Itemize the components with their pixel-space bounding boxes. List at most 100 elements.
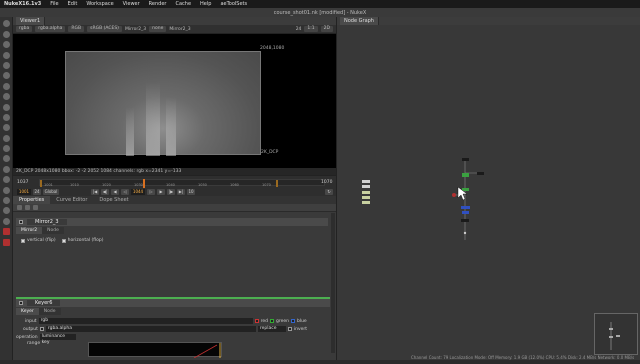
draw-tool-icon[interactable]	[2, 41, 10, 49]
menu-bar: NukeX16.1v3 File Edit Workspace Viewer R…	[0, 0, 640, 8]
cara-tool-icon[interactable]	[2, 207, 10, 215]
range-graph[interactable]	[88, 342, 222, 359]
output-checkbox[interactable]	[39, 327, 44, 331]
node-name-field[interactable]: Keyer6	[27, 300, 61, 306]
particles-tool-icon[interactable]	[2, 155, 10, 163]
red-checkbox[interactable]	[254, 319, 259, 323]
clear-panels-icon[interactable]	[33, 205, 38, 210]
display-channels-select[interactable]: RGB	[68, 26, 85, 32]
transform-tool-icon[interactable]	[2, 113, 10, 121]
range-mode-select[interactable]: Global	[43, 188, 59, 195]
tab-node[interactable]: Node	[38, 308, 61, 315]
input-a-label[interactable]: Mirror2_3	[125, 27, 146, 32]
first-frame-icon[interactable]: |◀	[91, 188, 99, 195]
ae-toolset-icon-2[interactable]	[2, 238, 10, 246]
tab-properties[interactable]: Properties	[13, 196, 51, 204]
last-frame-icon[interactable]: ▶|	[177, 188, 185, 195]
extra-tool-icon[interactable]	[2, 217, 10, 225]
viewer-canvas[interactable]: 2048,1080 2K_DCP	[13, 34, 336, 168]
node-merge	[461, 206, 470, 209]
node-name-field[interactable]: Mirror2_3	[27, 219, 67, 225]
node-graph-canvas[interactable]	[337, 25, 640, 360]
colorspace-select[interactable]: sRGB (ACES)	[87, 26, 122, 32]
channel-tool-icon[interactable]	[2, 61, 10, 69]
deep-tool-icon[interactable]	[2, 165, 10, 173]
fps-field[interactable]: 24	[33, 188, 41, 195]
menu-edit[interactable]: Edit	[68, 1, 78, 7]
input-select[interactable]: rgb	[38, 318, 253, 324]
menu-aetoolsets[interactable]: aeToolSets	[220, 1, 247, 7]
tab-curve-editor[interactable]: Curve Editor	[50, 196, 93, 204]
app-menu[interactable]: NukeX16.1v3	[4, 1, 41, 7]
playhead[interactable]	[143, 179, 145, 188]
tab-keyer[interactable]: Keyer	[16, 308, 39, 315]
alpha-channel-select[interactable]: rgba.alpha	[35, 26, 66, 32]
operation-select[interactable]: luminance key	[39, 334, 76, 345]
vertical-flip-checkbox[interactable]	[21, 238, 25, 243]
node-collapse-icon[interactable]	[19, 220, 23, 224]
pointer-tool-icon[interactable]	[2, 20, 10, 28]
red-label: red	[260, 318, 268, 324]
max-panels-icon[interactable]	[25, 205, 30, 210]
blue-label: blue	[296, 318, 307, 324]
image-tool-icon[interactable]	[2, 30, 10, 38]
furnace-tool-icon[interactable]	[2, 197, 10, 205]
3d-tool-icon[interactable]	[2, 124, 10, 132]
tab-node[interactable]: Node	[42, 227, 64, 234]
wipe-mode-select[interactable]: none	[149, 26, 167, 32]
toolsets-tool-icon[interactable]	[2, 176, 10, 184]
other-tool-icon[interactable]	[2, 186, 10, 194]
step-forward-icon[interactable]: ▶	[157, 188, 165, 195]
play-back-icon[interactable]: ◁	[121, 188, 129, 195]
node-read	[462, 158, 469, 161]
range-curve	[193, 343, 221, 359]
in-point-marker[interactable]	[40, 180, 42, 187]
play-forward-icon[interactable]: ▷	[147, 188, 155, 195]
tab-viewer1[interactable]: Viewer1	[16, 17, 46, 25]
views-tool-icon[interactable]	[2, 134, 10, 142]
loop-icon[interactable]: ↻	[325, 188, 333, 195]
zoom-select[interactable]: 1:1	[304, 26, 318, 32]
tab-dope-sheet[interactable]: Dope Sheet	[93, 196, 134, 204]
prev-key-icon[interactable]: ◀|	[101, 188, 109, 195]
tab-node-graph[interactable]: Node Graph	[340, 17, 379, 25]
menu-file[interactable]: File	[50, 1, 58, 7]
menu-cache[interactable]: Cache	[175, 1, 191, 7]
output-mode-select[interactable]: replace	[257, 326, 286, 332]
menu-help[interactable]: Help	[200, 1, 211, 7]
out-frame-field[interactable]: 1070	[321, 180, 332, 185]
first-frame-field[interactable]: 1001	[17, 188, 31, 195]
ae-toolset-icon[interactable]	[2, 228, 10, 236]
menu-workspace[interactable]: Workspace	[86, 1, 113, 7]
menu-viewer[interactable]: Viewer	[123, 1, 140, 7]
green-checkbox[interactable]	[269, 319, 274, 323]
format-size-label: 2048,1080	[260, 46, 285, 51]
current-frame-field[interactable]: 1044	[131, 188, 145, 195]
in-frame-field[interactable]: 1037	[17, 180, 28, 185]
timeline-ruler[interactable]: 1001 1010 1020 1030 1040 1050 1060 1070	[39, 179, 325, 188]
invert-checkbox[interactable]	[287, 327, 292, 331]
time-tool-icon[interactable]	[2, 51, 10, 59]
node-collapse-icon[interactable]	[19, 301, 23, 305]
properties-scrollbar[interactable]	[331, 213, 335, 353]
color-tool-icon[interactable]	[2, 72, 10, 80]
layer-select[interactable]: rgba	[16, 26, 33, 32]
frame-increment-field[interactable]: 10	[187, 188, 195, 195]
input-b-label[interactable]: Mirror2_3	[169, 27, 190, 32]
lock-icon[interactable]	[17, 205, 22, 210]
menu-render[interactable]: Render	[149, 1, 167, 7]
next-key-icon[interactable]: |▶	[167, 188, 175, 195]
view-mode-select[interactable]: 2D	[320, 26, 333, 32]
merge-tool-icon[interactable]	[2, 103, 10, 111]
node-write	[461, 219, 469, 222]
filter-tool-icon[interactable]	[2, 82, 10, 90]
tab-mirror2[interactable]: Mirror2	[16, 227, 43, 234]
output-select[interactable]: rgba.alpha	[45, 326, 256, 332]
metadata-tool-icon[interactable]	[2, 145, 10, 153]
out-point-marker[interactable]	[276, 180, 278, 187]
blue-checkbox[interactable]	[290, 319, 295, 323]
step-back-icon[interactable]: ◀	[111, 188, 119, 195]
horizontal-flop-checkbox[interactable]	[61, 238, 66, 243]
node-graph-minimap[interactable]	[594, 313, 638, 355]
keyer-tool-icon[interactable]	[2, 93, 10, 101]
